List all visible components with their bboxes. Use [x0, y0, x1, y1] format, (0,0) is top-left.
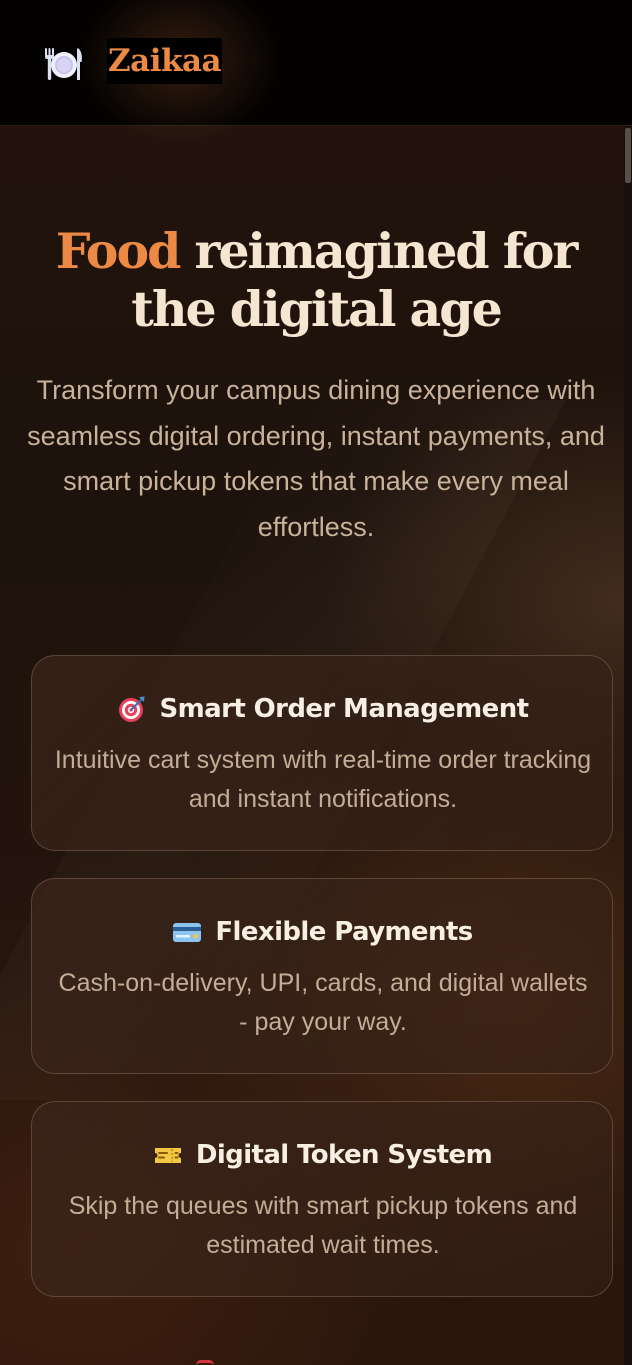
target-dart-icon [116, 693, 148, 725]
feature-card-title: Flexible Payments [32, 915, 612, 949]
hero-title-rest: reimagined for the digital age [131, 222, 578, 338]
feature-card-digital-token: Digital Token System Skip the queues wit… [31, 1101, 613, 1297]
hero-title-accent: Food [55, 222, 182, 280]
plate-cutlery-icon [44, 46, 84, 82]
feature-description: Skip the queues with smart pickup tokens… [68, 1192, 578, 1259]
scrollbar-thumb[interactable] [625, 128, 631, 183]
ticket-icon [152, 1139, 184, 1171]
credit-card-icon [171, 916, 203, 948]
brand-logo-text[interactable]: Zaikaa [107, 38, 223, 84]
feature-title-text: Flexible Payments [215, 917, 473, 947]
feature-title-text: Smart Order Management [159, 694, 530, 724]
hero-subtitle: Transform your campus dining experience … [27, 375, 605, 542]
hero-section: Food reimagined for the digital age Tran… [0, 222, 632, 550]
feature-card-flexible-payments: Flexible Payments Cash-on-delivery, UPI,… [31, 878, 613, 1074]
next-section-icon-peek [196, 1360, 214, 1365]
feature-card-smart-order: Smart Order Management Intuitive cart sy… [31, 655, 613, 851]
feature-title-text: Digital Token System [195, 1140, 493, 1170]
feature-card-title: Smart Order Management [32, 692, 612, 726]
top-nav-bar: Zaikaa [0, 0, 632, 150]
feature-description: Intuitive cart system with real-time ord… [54, 746, 592, 813]
scrollbar-track[interactable] [624, 126, 632, 1365]
hero-title: Food reimagined for the digital age [0, 222, 632, 338]
feature-description: Cash-on-delivery, UPI, cards, and digita… [58, 969, 588, 1036]
feature-card-title: Digital Token System [32, 1138, 612, 1172]
